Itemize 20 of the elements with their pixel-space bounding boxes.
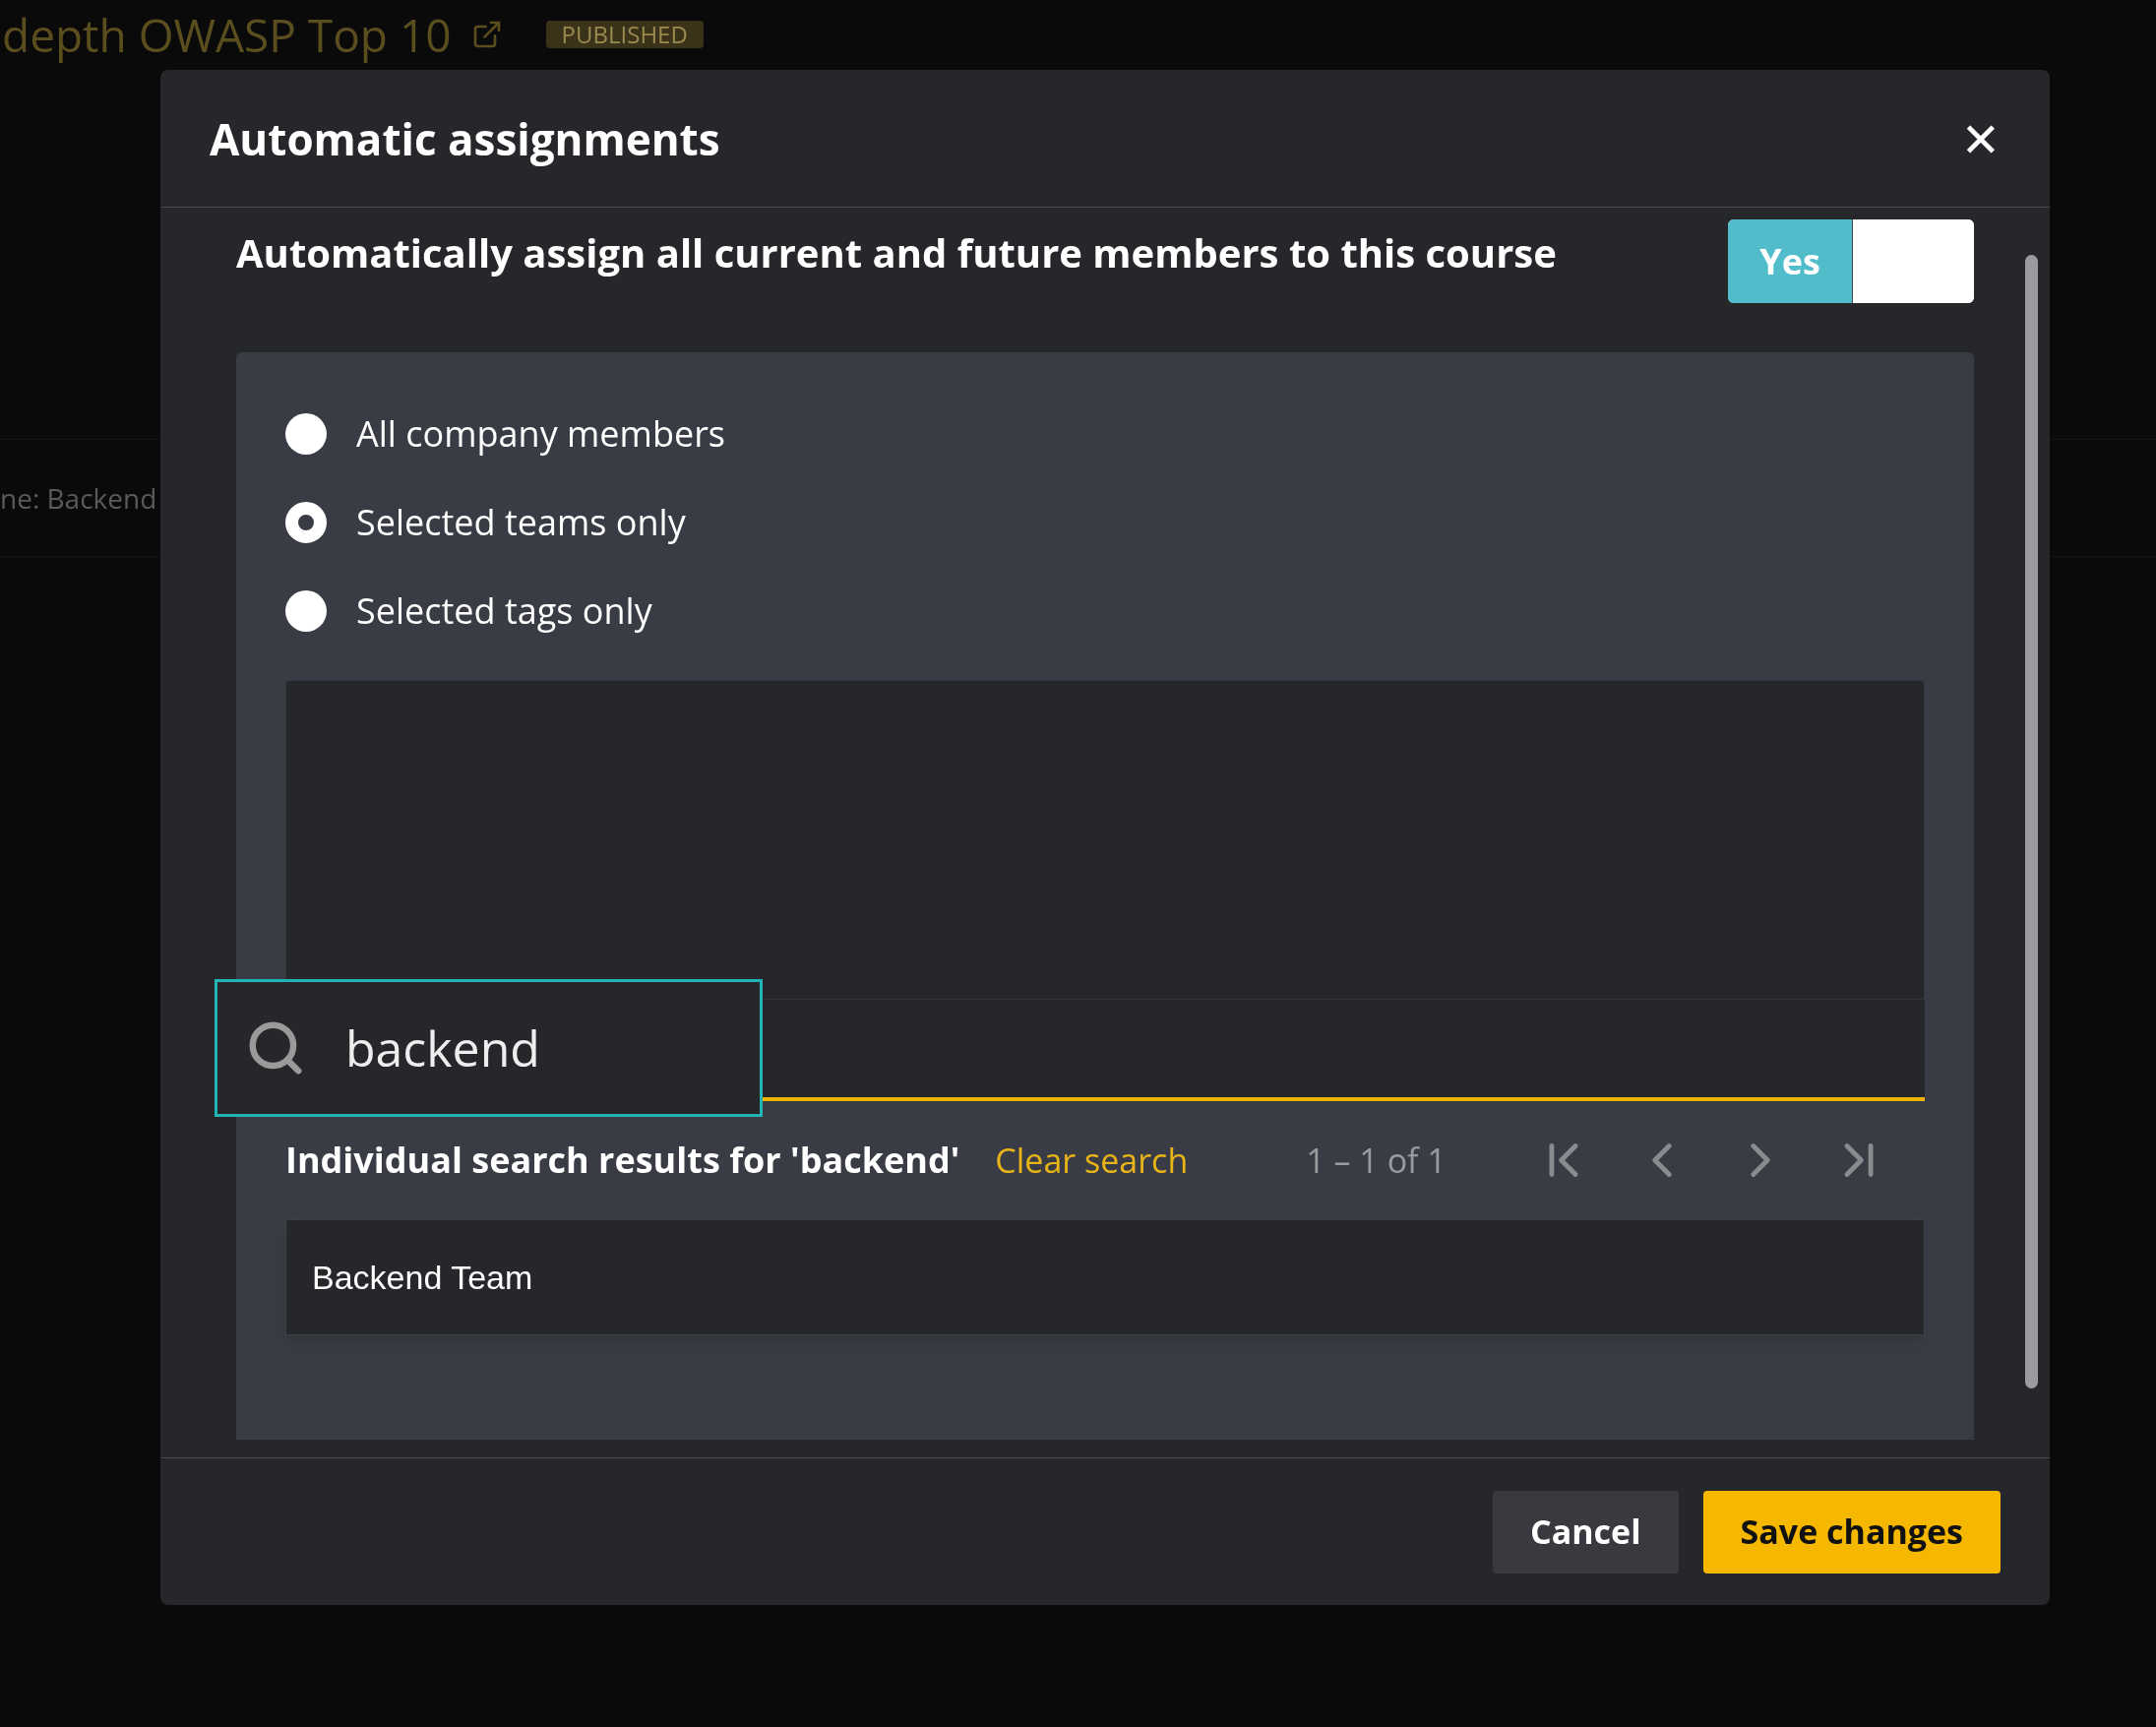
save-button[interactable]: Save changes: [1702, 1490, 2001, 1573]
auto-assign-label: Automatically assign all current and future members to this course: [236, 224, 1557, 281]
result-row[interactable]: Backend Team: [285, 1219, 1925, 1335]
search-field[interactable]: backend: [215, 979, 763, 1117]
dialog-title: Automatic assignments: [210, 107, 720, 170]
results-heading: Individual search results for 'backend': [285, 1135, 960, 1186]
radio-button[interactable]: [285, 412, 327, 455]
course-title: depth OWASP Top 10: [1, 5, 452, 64]
status-badge: PUBLISHED: [545, 21, 704, 48]
clear-search-link[interactable]: Clear search: [995, 1135, 1189, 1186]
radio-label[interactable]: All company members: [356, 406, 725, 461]
pagination-range: 1 – 1 of 1: [1306, 1136, 1447, 1185]
scrollbar[interactable]: [2025, 255, 2038, 1388]
radio-button[interactable]: [285, 589, 327, 632]
close-button[interactable]: ✕: [1960, 114, 2001, 162]
radio-label[interactable]: Selected teams only: [356, 495, 686, 549]
cancel-button[interactable]: Cancel: [1493, 1490, 1679, 1573]
radio-button[interactable]: [285, 501, 327, 543]
radio-label[interactable]: Selected tags only: [356, 584, 652, 638]
filter-text: ne: Backend: [0, 478, 157, 519]
